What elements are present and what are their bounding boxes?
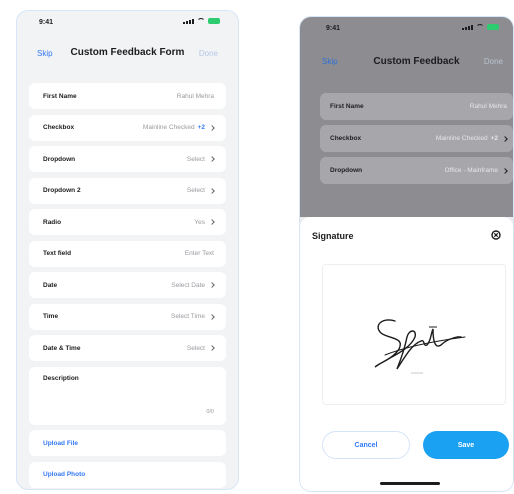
form-screen: 9:41 Skip Custom Feedback Form Done Firs…	[16, 10, 239, 490]
chevron-right-icon	[209, 345, 215, 351]
status-bar: 9:41	[17, 11, 238, 33]
field-value-wrap: Yes	[194, 218, 215, 226]
form-row-time[interactable]: Time Select Time	[29, 303, 226, 330]
field-value-wrap: Office - Mainframe	[444, 167, 508, 174]
form-row-first-name[interactable]: First Name Rahul Mehra	[29, 83, 226, 109]
form-row-text-field[interactable]: Text field Enter Text	[29, 240, 226, 267]
form-fields: First Name Rahul Mehra Checkbox Mainline Ch…	[29, 83, 226, 489]
form-row-checkbox[interactable]: Checkbox Mainline Checked +2	[29, 114, 226, 141]
signature-drawing	[374, 319, 466, 374]
upload-photo-label: Upload Photo	[43, 471, 86, 478]
field-value-wrap: Select	[186, 187, 215, 194]
field-value: Yes	[194, 218, 205, 226]
field-value-wrap: Select	[186, 155, 215, 163]
field-value-wrap: Mainline Checked +2	[142, 124, 215, 131]
status-time: 9:41	[326, 25, 341, 32]
more-count-badge: +2	[197, 124, 205, 131]
field-label: Time	[43, 313, 59, 320]
field-label: Checkbox	[43, 124, 75, 131]
field-value: Mainline Checked	[142, 124, 195, 131]
field-label: Dropdown	[330, 167, 363, 174]
field-value: Select Date	[171, 281, 205, 289]
field-label: Text field	[43, 250, 72, 257]
field-value-wrap: Enter Text	[185, 250, 214, 257]
nav-bar: Skip Custom Feedback Done	[300, 39, 513, 85]
status-time: 9:41	[39, 19, 54, 26]
form-row-radio[interactable]: Radio Yes	[29, 209, 226, 235]
field-label: Date & Time	[43, 344, 81, 352]
form-row-dropdown[interactable]: Dropdown Select	[29, 146, 226, 172]
form-row-checkbox[interactable]: Checkbox Mainline Checked +2	[320, 125, 513, 152]
field-value: Rahul Mehra	[176, 92, 214, 100]
done-button[interactable]: Done	[484, 57, 503, 66]
description-label: Description	[43, 374, 79, 382]
field-value: Enter Text	[184, 250, 214, 257]
upload-file-button[interactable]: Upload File	[29, 430, 226, 456]
sheet-title: Signature	[312, 231, 354, 241]
form-row-date[interactable]: Date Select Date	[29, 272, 226, 298]
form-row-date-time[interactable]: Date & Time Select	[29, 335, 226, 361]
chevron-right-icon	[209, 156, 215, 162]
field-value: Select	[186, 344, 205, 352]
nav-bar: Skip Custom Feedback Form Done	[17, 33, 238, 79]
field-label: Date	[43, 281, 58, 289]
field-value-wrap: Select	[186, 344, 215, 352]
field-value: Mainline Checked	[435, 135, 488, 142]
battery-icon	[208, 18, 220, 24]
field-label: Radio	[43, 218, 62, 226]
field-value-wrap: Rahul Mehra	[470, 103, 507, 110]
field-value-wrap: Mainline Checked +2	[435, 135, 508, 142]
upload-file-label: Upload File	[43, 439, 79, 447]
status-bar: 9:41	[300, 17, 513, 39]
character-count: 0/0	[206, 408, 214, 415]
form-fields: First Name Rahul Mehra Checkbox Mainline Ch…	[320, 93, 513, 189]
done-button[interactable]: Done	[199, 49, 218, 58]
more-count-badge: +2	[490, 135, 498, 142]
signal-icon	[462, 25, 473, 30]
signature-screen: 9:41 Skip Custom Feedback Done First Nam…	[299, 16, 514, 492]
cancel-button[interactable]: Cancel	[322, 431, 410, 459]
chevron-right-icon	[209, 282, 215, 288]
field-label: Dropdown 2	[43, 187, 81, 194]
field-value-wrap: Rahul Mehra	[177, 93, 214, 100]
home-indicator	[380, 482, 440, 485]
field-value: Select	[186, 155, 205, 163]
chevron-right-icon	[209, 187, 215, 194]
field-value-wrap: Select Time	[171, 313, 215, 320]
form-row-dropdown[interactable]: Dropdown Office - Mainframe	[320, 157, 513, 184]
chevron-right-icon	[209, 313, 215, 320]
field-label: Checkbox	[330, 135, 362, 142]
wifi-icon	[476, 24, 484, 30]
save-button[interactable]: Save	[423, 431, 509, 459]
description-field[interactable]: Description 0/0	[29, 366, 226, 425]
chevron-right-icon	[209, 124, 215, 131]
chevron-right-icon	[502, 167, 508, 174]
battery-icon	[487, 24, 499, 30]
upload-photo-button[interactable]: Upload Photo	[29, 461, 226, 488]
dimmed-background[interactable]: 9:41 Skip Custom Feedback Done First Nam…	[300, 17, 513, 217]
chevron-right-icon	[502, 135, 508, 142]
field-label: Dropdown	[43, 155, 76, 163]
field-value: Select	[186, 187, 205, 194]
signature-pad[interactable]	[322, 264, 506, 405]
wifi-icon	[197, 18, 205, 24]
field-value: Office - Mainframe	[444, 167, 498, 174]
form-row-dropdown-2[interactable]: Dropdown 2 Select	[29, 177, 226, 204]
chevron-right-icon	[209, 219, 215, 225]
signature-sheet: Signature Cancel Save	[300, 217, 513, 491]
signal-icon	[183, 19, 194, 24]
close-icon[interactable]	[491, 230, 501, 240]
field-value-wrap: Select Date	[171, 281, 215, 289]
field-label: First Name	[43, 92, 77, 100]
field-value: Rahul Mehra	[469, 103, 507, 110]
form-row-first-name[interactable]: First Name Rahul Mehra	[320, 93, 513, 120]
field-label: First Name	[330, 103, 364, 110]
field-value: Select Time	[171, 313, 205, 320]
